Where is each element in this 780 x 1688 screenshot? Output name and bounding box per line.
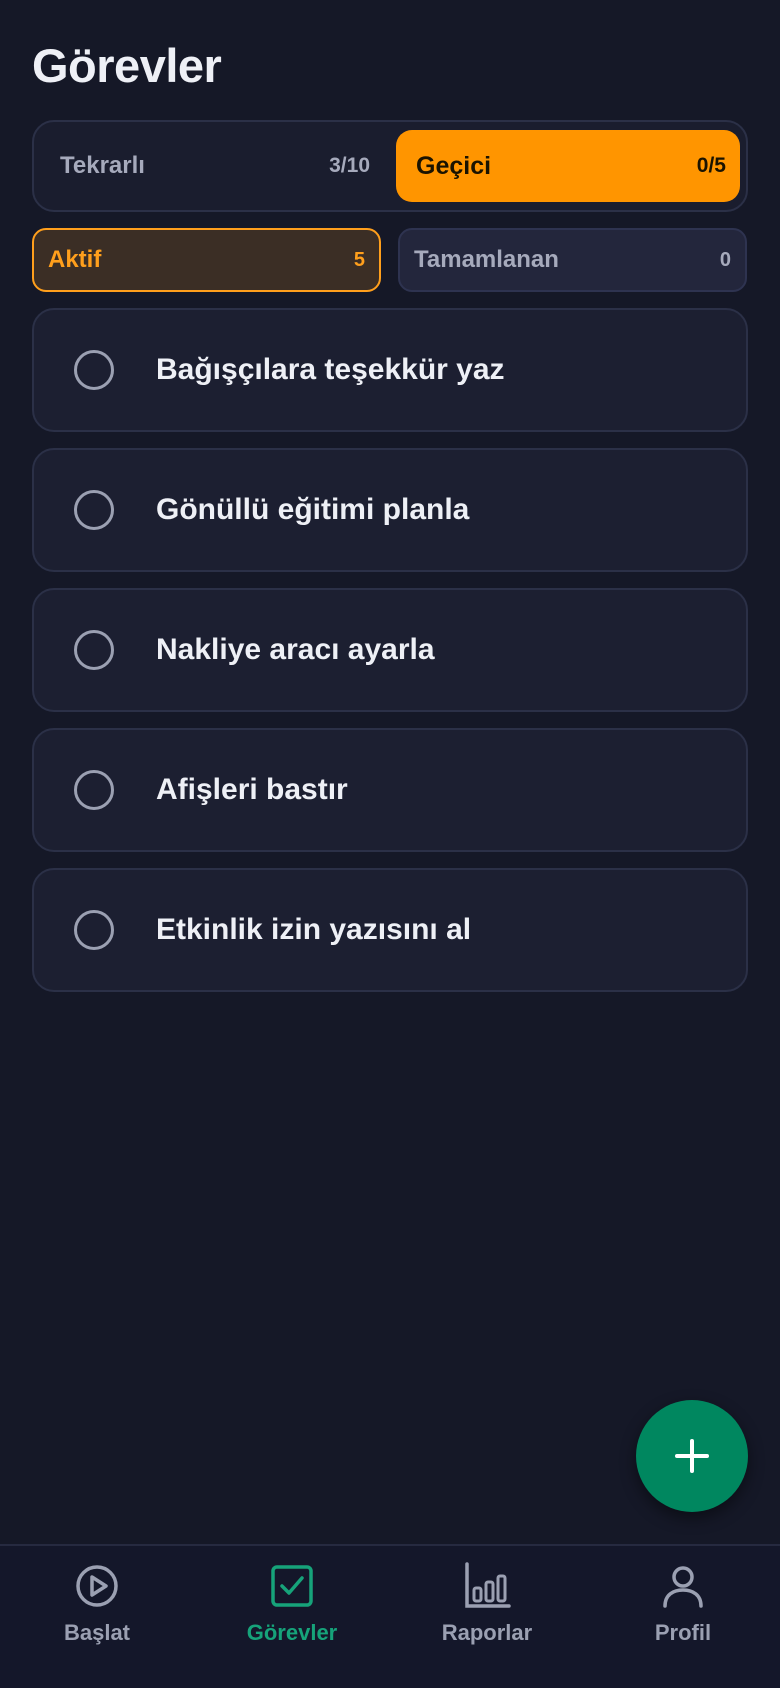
filter-active-label: Aktif — [48, 246, 102, 273]
filter-completed-count: 0 — [719, 248, 731, 271]
nav-item-tasks[interactable]: Görevler — [212, 1562, 372, 1658]
task-card[interactable]: Gönüllü eğitimi planla — [32, 448, 748, 572]
task-title: Afişleri bastır — [156, 773, 348, 806]
page-title: Görevler — [32, 39, 222, 92]
task-card[interactable]: Bağışçılara teşekkür yaz — [32, 308, 748, 432]
nav-item-start[interactable]: Başlat — [17, 1562, 177, 1658]
segment-temporary-count: 0/5 — [696, 154, 726, 177]
bar-chart-icon — [465, 1562, 511, 1608]
task-checkbox[interactable] — [74, 350, 114, 390]
task-card[interactable]: Etkinlik izin yazısını al — [32, 868, 748, 992]
play-circle-icon — [76, 1565, 118, 1607]
segment-temporary[interactable]: Geçici 0/5 — [396, 130, 740, 202]
task-checkbox[interactable] — [74, 630, 114, 670]
filter-active-chip[interactable]: Aktif 5 — [32, 228, 381, 292]
user-icon — [663, 1566, 703, 1608]
task-title: Gönüllü eğitimi planla — [156, 493, 470, 526]
task-type-segmented-control: Tekrarlı 3/10 Geçici 0/5 — [32, 120, 748, 212]
task-card[interactable]: Nakliye aracı ayarla — [32, 588, 748, 712]
plus-icon — [675, 1439, 709, 1473]
nav-label-tasks: Görevler — [246, 1620, 338, 1645]
task-checkbox[interactable] — [74, 910, 114, 950]
task-checkbox[interactable] — [74, 770, 114, 810]
segment-temporary-label: Geçici — [416, 151, 492, 180]
task-title: Bağışçılara teşekkür yaz — [156, 353, 505, 386]
add-task-button[interactable] — [636, 1400, 748, 1512]
checkbox-icon — [271, 1565, 313, 1607]
segment-recurring-label: Tekrarlı — [60, 152, 145, 179]
task-checkbox[interactable] — [74, 490, 114, 530]
nav-label-reports: Raporlar — [441, 1620, 533, 1645]
nav-label-profile: Profil — [654, 1620, 712, 1645]
segment-recurring[interactable]: Tekrarlı 3/10 — [40, 130, 384, 202]
filter-active-count: 5 — [353, 248, 365, 271]
filter-completed-label: Tamamlanan — [414, 246, 559, 273]
app-screen: Görevler Tekrarlı 3/10 Geçici 0/5 Aktif … — [0, 0, 780, 1688]
nav-item-reports[interactable]: Raporlar — [407, 1562, 567, 1658]
bottom-navigation: Başlat Görevler Raporlar Profil — [0, 1544, 780, 1688]
task-card[interactable]: Afişleri bastır — [32, 728, 748, 852]
nav-item-profile[interactable]: Profil — [603, 1562, 763, 1658]
task-list: Bağışçılara teşekkür yaz Gönüllü eğitimi… — [32, 308, 748, 1008]
filter-completed-chip[interactable]: Tamamlanan 0 — [398, 228, 747, 292]
nav-label-start: Başlat — [63, 1620, 131, 1645]
segment-recurring-count: 3/10 — [329, 154, 370, 177]
task-title: Etkinlik izin yazısını al — [156, 913, 472, 946]
task-title: Nakliye aracı ayarla — [156, 633, 435, 666]
